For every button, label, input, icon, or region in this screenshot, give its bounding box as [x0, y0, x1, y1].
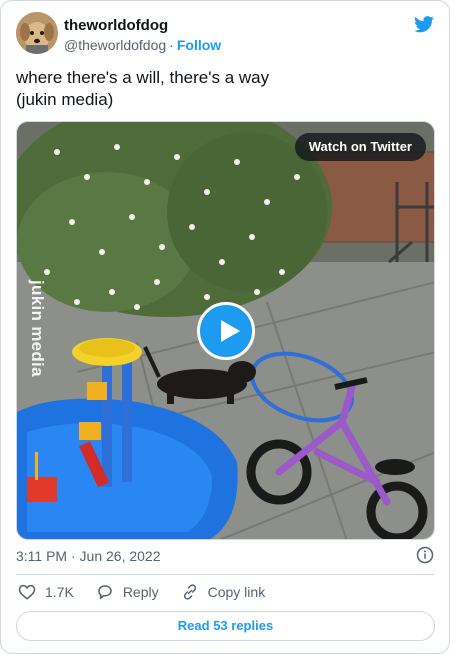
copy-link-label: Copy link: [207, 584, 266, 600]
tweet-actions: 1.7K Reply Copy link: [18, 583, 287, 601]
dog-avatar-icon: [16, 12, 58, 54]
info-icon[interactable]: [416, 546, 434, 564]
watch-on-twitter-button[interactable]: Watch on Twitter: [294, 133, 426, 161]
play-icon[interactable]: [197, 302, 255, 360]
tweet-text: where there's a will, there's a way (juk…: [16, 68, 270, 109]
author-avatar[interactable]: [16, 12, 58, 54]
author-handle[interactable]: @theworldofdog: [64, 37, 166, 53]
link-icon: [183, 584, 196, 600]
video-watermark: jukin media: [28, 280, 47, 377]
video-player[interactable]: Watch on Twitter jukin media: [16, 121, 435, 540]
like-count: 1.7K: [45, 584, 74, 600]
copy-link-button[interactable]: Copy link: [181, 583, 266, 601]
read-replies-button[interactable]: Read 53 replies: [16, 611, 435, 641]
reply-button[interactable]: Reply: [96, 583, 159, 601]
reply-label: Reply: [122, 584, 159, 600]
reply-icon: [98, 585, 112, 600]
twitter-bird-icon[interactable]: [414, 14, 434, 34]
follow-button[interactable]: Follow: [177, 37, 221, 53]
author-display-name[interactable]: theworldofdog: [64, 16, 221, 35]
separator-dot: ·: [169, 37, 174, 53]
tweet-timestamp[interactable]: 3:11 PM · Jun 26, 2022: [16, 547, 161, 565]
tweet-card: theworldofdog @theworldofdog · Follow wher…: [0, 0, 450, 654]
heart-icon: [18, 584, 36, 600]
author-handle-line: @theworldofdog · Follow: [64, 36, 221, 55]
like-button[interactable]: 1.7K: [18, 583, 74, 601]
author-info: theworldofdog @theworldofdog · Follow: [64, 16, 221, 55]
divider: [16, 574, 434, 575]
